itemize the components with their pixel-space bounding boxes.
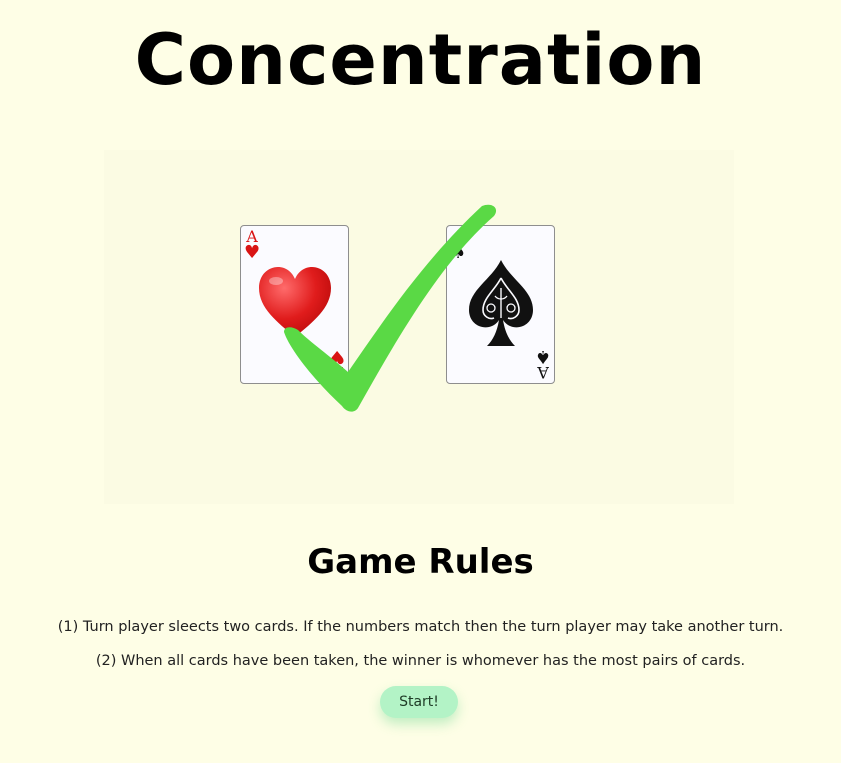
rule-item: (1) Turn player sleects two cards. If th… <box>57 619 784 635</box>
rules-heading: Game Rules <box>307 542 534 582</box>
matching-cards-illustration: A ♥ A ♥ A ♠ <box>104 150 734 504</box>
start-button[interactable]: Start! <box>380 686 458 718</box>
green-checkmark-icon <box>284 204 497 412</box>
rule-item: (2) When all cards have been taken, the … <box>95 653 746 669</box>
page-title: Concentration <box>134 19 707 101</box>
